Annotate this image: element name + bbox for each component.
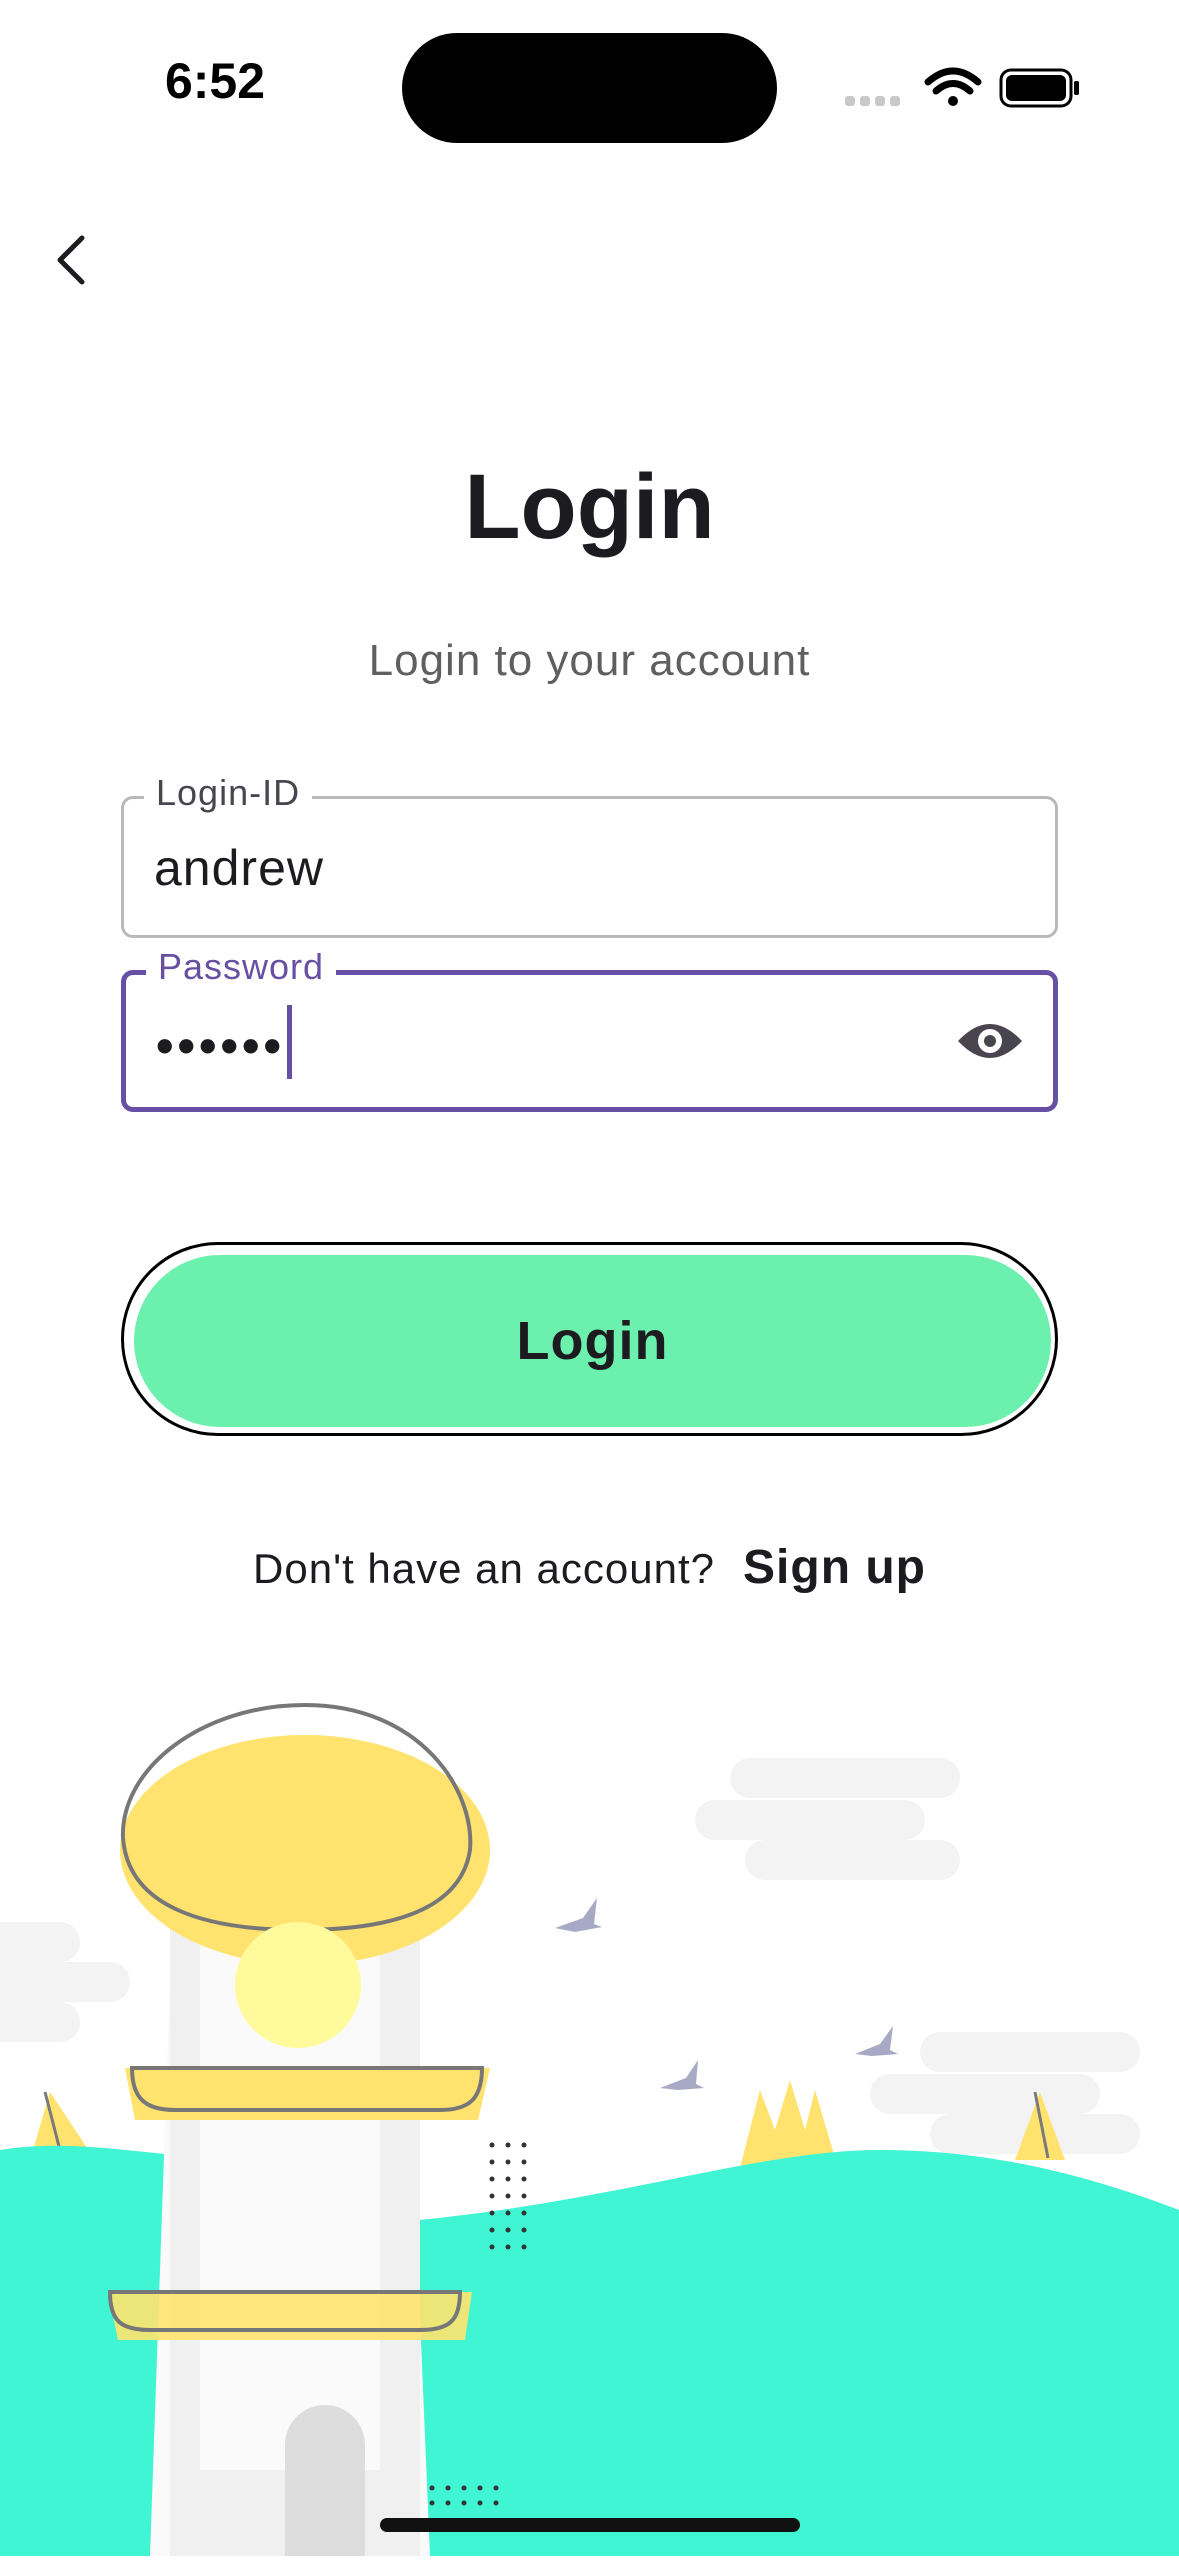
chevron-left-icon — [57, 235, 85, 285]
signup-prompt: Don't have an account? — [253, 1545, 716, 1592]
page-title: Login — [464, 456, 715, 558]
login-button-label: Login — [134, 1255, 1051, 1427]
status-bar: 6:52 — [0, 0, 1179, 180]
lighthouse-illustration — [0, 1680, 1179, 2556]
back-button[interactable] — [30, 215, 110, 305]
password-input[interactable]: •••••• — [156, 1005, 293, 1087]
home-indicator[interactable] — [380, 2518, 800, 2532]
password-masked-value: •••••• — [156, 1018, 286, 1075]
signup-link[interactable]: Sign up — [743, 1540, 926, 1595]
password-label: Password — [146, 945, 337, 989]
signup-row: Don't have an account? Sign up — [0, 1540, 1179, 1595]
password-visibility-toggle[interactable] — [955, 1013, 1025, 1069]
eye-icon — [958, 1024, 1022, 1058]
login-id-label: Login-ID — [144, 771, 313, 815]
login-id-input[interactable]: andrew — [154, 839, 324, 897]
cellular-signal-icon — [845, 96, 900, 106]
dynamic-island — [402, 33, 777, 143]
birds-icon — [555, 1898, 898, 2090]
text-caret — [287, 1005, 293, 1079]
password-field[interactable]: Password •••••• — [121, 945, 1058, 1112]
wifi-icon — [924, 67, 982, 106]
login-button[interactable]: Login — [121, 1242, 1058, 1436]
login-id-field[interactable]: Login-ID andrew — [121, 771, 1058, 938]
battery-icon — [999, 68, 1079, 108]
status-time: 6:52 — [164, 53, 266, 109]
page-subtitle: Login to your account — [368, 636, 811, 685]
status-icons — [840, 62, 1090, 112]
